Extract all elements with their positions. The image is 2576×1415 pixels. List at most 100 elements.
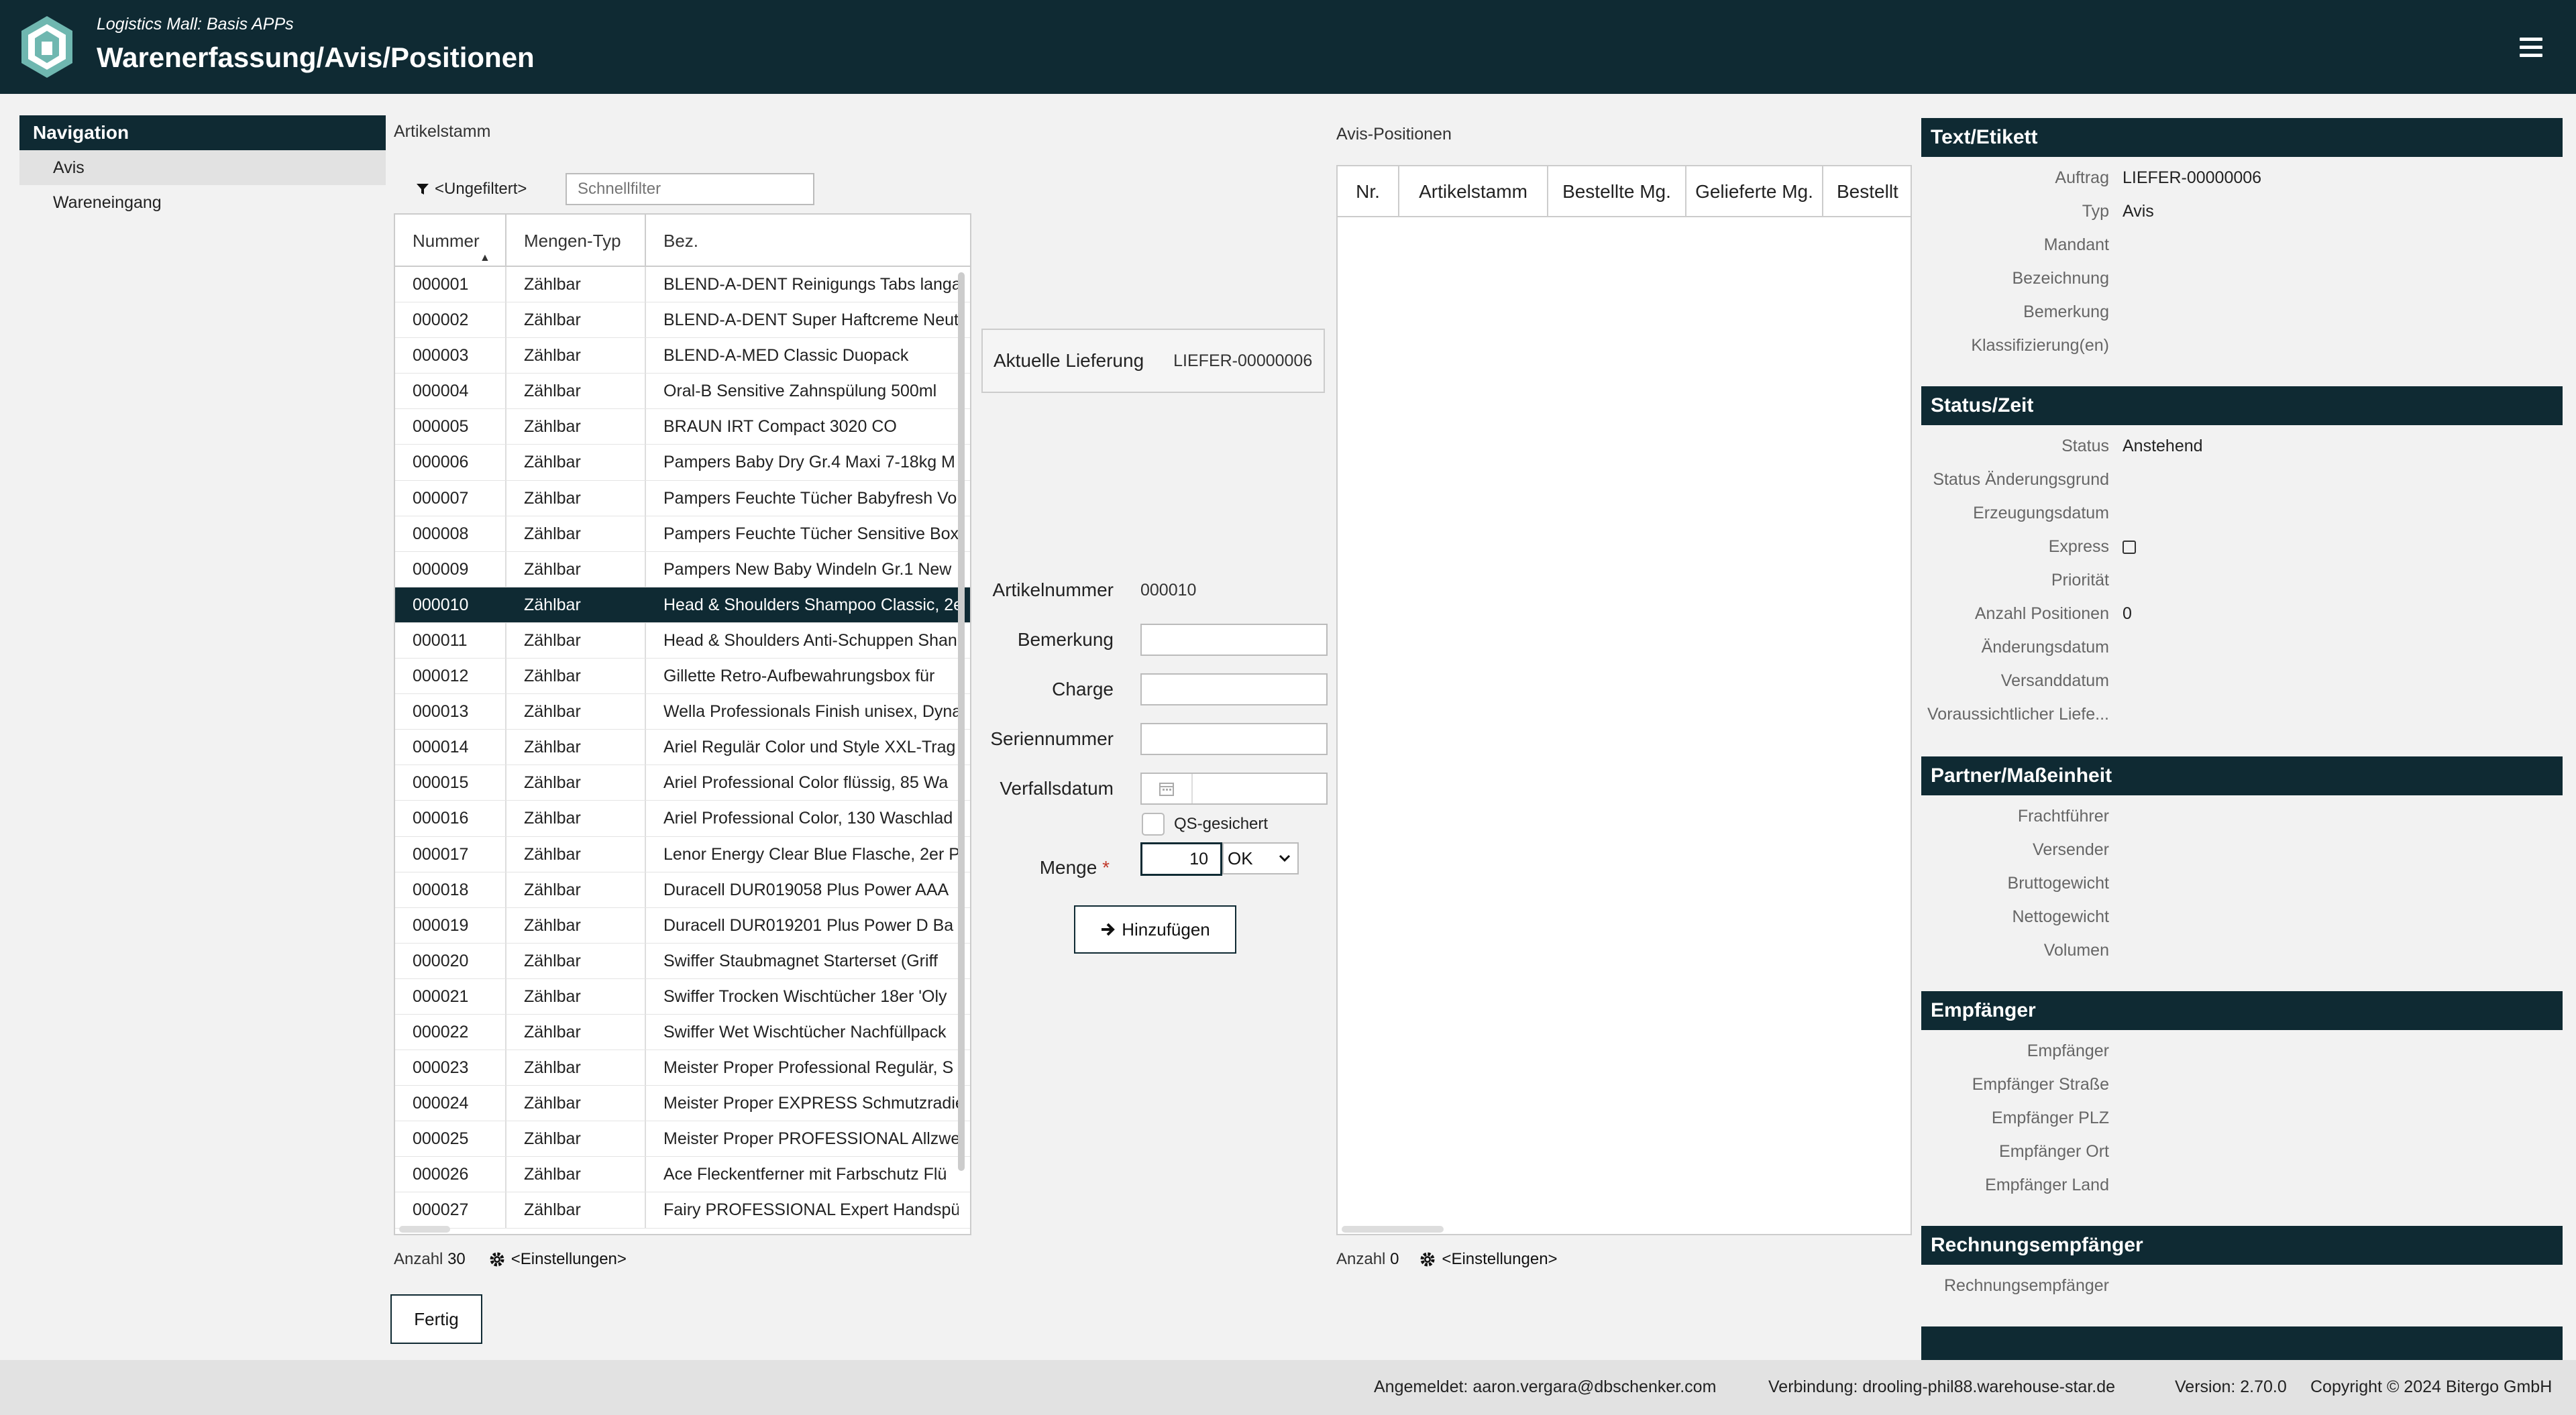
field-label: Express (2048, 537, 2109, 556)
detail-field: Empfänger PLZ (1921, 1101, 2563, 1135)
table-row[interactable]: 000017 Zählbar Lenor Energy Clear Blue Fla… (395, 836, 970, 872)
table-row[interactable]: 000016 Zählbar Ariel Professional Color, 1… (395, 801, 970, 837)
table-row[interactable]: 000023 Zählbar Meister Proper Professional… (395, 1050, 970, 1086)
section-title[interactable]: Text/Etikett (1921, 118, 2563, 157)
menge-label: Menge * (1039, 857, 1110, 878)
detail-field: Mandant (1921, 228, 2563, 262)
gear-icon[interactable] (488, 1251, 506, 1268)
table-row[interactable]: 000014 Zählbar Ariel Regulär Color und Sty… (395, 730, 970, 766)
fertig-button[interactable]: Fertig (390, 1294, 482, 1344)
column-header-nummer[interactable]: Nummer ▲ (395, 215, 506, 266)
column-header-gelieferte-mg[interactable]: Gelieferte Mg. (1686, 166, 1823, 216)
cell-mengen-typ: Zählbar (506, 480, 646, 516)
table-row[interactable]: 000020 Zählbar Swiffer Staubmagnet Starter… (395, 943, 970, 979)
cell-bez: Ariel Regulär Color und Style XXL-Trag (663, 738, 956, 757)
cell-bez: Head & Shoulders Shampoo Classic, 2e (663, 595, 959, 614)
field-label: Status Änderungsgrund (1933, 470, 2109, 489)
field-value: Anstehend (2123, 437, 2203, 455)
field-label: Priorität (2051, 571, 2109, 589)
table-row[interactable]: 000024 Zählbar Meister Proper EXPRESS Schm… (395, 1086, 970, 1122)
horizontal-scrollbar[interactable] (1342, 1226, 1444, 1233)
menge-input[interactable]: 10 (1140, 842, 1222, 876)
qs-gesichert-checkbox[interactable] (1142, 813, 1165, 836)
field-label: Status (2061, 437, 2109, 455)
table-row[interactable]: 000003 Zählbar BLEND-A-MED Classic Duopack (395, 338, 970, 374)
charge-input[interactable] (1140, 673, 1328, 705)
settings-link[interactable]: <Einstellungen> (1442, 1250, 1557, 1269)
menge-status-select[interactable]: OK (1222, 842, 1299, 874)
field-label: Voraussichtlicher Liefe... (1927, 705, 2109, 724)
artikelstamm-grid: Nummer ▲ Mengen-Typ Bez. 000001 Zählbar BLE… (394, 213, 971, 1235)
calendar-icon[interactable] (1142, 774, 1193, 803)
detail-field: Empfänger (1921, 1034, 2563, 1068)
verfallsdatum-input[interactable] (1140, 773, 1328, 805)
table-row[interactable]: 000027 Zählbar Fairy PROFESSIONAL Expert H… (395, 1192, 970, 1229)
gear-icon[interactable] (1419, 1251, 1436, 1268)
cell-bez: Swiffer Staubmagnet Starterset (Griff (663, 951, 938, 970)
express-checkbox[interactable] (2123, 541, 2136, 555)
hinzufuegen-button[interactable]: Hinzufügen (1074, 905, 1236, 954)
hamburger-menu-icon[interactable] (2520, 38, 2542, 58)
cell-mengen-typ: Zählbar (506, 338, 646, 374)
table-row[interactable]: 000018 Zählbar Duracell DUR019058 Plus Pow… (395, 872, 970, 908)
cell-mengen-typ: Zählbar (506, 730, 646, 765)
cell-nummer: 000013 (395, 694, 506, 730)
table-row[interactable]: 000004 Zählbar Oral-B Sensitive Zahnspülun… (395, 374, 970, 410)
nav-item-avis[interactable]: Avis (19, 150, 386, 185)
field-label: Empfänger Ort (1999, 1142, 2109, 1161)
table-row[interactable]: 000009 Zählbar Pampers New Baby Windeln Gr… (395, 551, 970, 587)
table-row[interactable]: 000026 Zählbar Ace Fleckentferner mit Farb… (395, 1157, 970, 1193)
settings-link[interactable]: <Einstellungen> (511, 1250, 627, 1269)
field-value: 0 (2123, 604, 2132, 623)
cell-bez: Swiffer Trocken Wischtücher 18er 'Oly (663, 986, 947, 1006)
cell-nummer: 000008 (395, 516, 506, 551)
table-row[interactable]: 000005 Zählbar BRAUN IRT Compact 3020 CO (395, 409, 970, 445)
table-row[interactable]: 000011 Zählbar Head & Shoulders Anti-Schup… (395, 622, 970, 659)
cell-mengen-typ: Zählbar (506, 445, 646, 480)
detail-section: Partner/Maßeinheit Frachtführer Versender B… (1921, 756, 2563, 967)
detail-field: Bezeichnung (1921, 262, 2563, 295)
filter-toggle[interactable]: <Ungefiltert> (416, 173, 527, 205)
horizontal-scrollbar[interactable] (399, 1226, 450, 1233)
column-header-mengen-typ[interactable]: Mengen-Typ (506, 215, 646, 266)
cell-mengen-typ: Zählbar (506, 409, 646, 445)
column-header-artikelstamm[interactable]: Artikelstamm (1399, 166, 1548, 216)
field-label: Bezeichnung (2012, 269, 2109, 288)
table-row[interactable]: 000002 Zählbar BLEND-A-DENT Super Haftcrem… (395, 302, 970, 339)
column-header-nr[interactable]: Nr. (1338, 166, 1399, 216)
cell-nummer: 000009 (395, 551, 506, 587)
section-title[interactable]: Empfänger (1921, 991, 2563, 1030)
quick-filter-input[interactable] (566, 173, 814, 205)
vertical-scrollbar[interactable] (958, 272, 965, 1171)
section-title[interactable]: Rechnungsempfänger (1921, 1226, 2563, 1265)
table-row[interactable]: 000007 Zählbar Pampers Feuchte Tücher Baby… (395, 480, 970, 516)
table-row[interactable]: 000021 Zählbar Swiffer Trocken Wischtücher… (395, 978, 970, 1015)
artikelstamm-label: Artikelstamm (394, 122, 491, 141)
bemerkung-input[interactable] (1140, 624, 1328, 656)
table-row[interactable]: 000006 Zählbar Pampers Baby Dry Gr.4 Maxi … (395, 445, 970, 481)
table-row[interactable]: 000019 Zählbar Duracell DUR019201 Plus Pow… (395, 907, 970, 944)
section-title[interactable] (1921, 1326, 2563, 1360)
bemerkung-label: Bemerkung (1017, 629, 1114, 650)
cell-bez: Duracell DUR019201 Plus Power D Ba (663, 915, 954, 935)
required-marker: * (1102, 857, 1110, 878)
column-header-bestellte-mg[interactable]: Bestellte Mg. (1548, 166, 1686, 216)
table-row[interactable]: 000010 Zählbar Head & Shoulders Shampoo Cl… (395, 587, 970, 623)
seriennummer-input[interactable] (1140, 723, 1328, 755)
detail-field: Empfänger Straße (1921, 1068, 2563, 1101)
table-row[interactable]: 000022 Zählbar Swiffer Wet Wischtücher Nac… (395, 1014, 970, 1051)
column-header-bestellt[interactable]: Bestellt (1823, 166, 1911, 216)
table-row[interactable]: 000008 Zählbar Pampers Feuchte Tücher Sens… (395, 516, 970, 552)
table-row[interactable]: 000025 Zählbar Meister Proper PROFESSIONAL… (395, 1121, 970, 1157)
cell-bez: Pampers New Baby Windeln Gr.1 New (663, 559, 952, 579)
table-row[interactable]: 000015 Zählbar Ariel Professional Color fl… (395, 765, 970, 801)
section-title[interactable]: Partner/Maßeinheit (1921, 756, 2563, 795)
cell-bez: Head & Shoulders Anti-Schuppen Shan (663, 630, 957, 650)
column-header-bez[interactable]: Bez. (646, 215, 959, 266)
section-title[interactable]: Status/Zeit (1921, 386, 2563, 425)
login-info: Angemeldet: aaron.vergara@dbschenker.com (1374, 1377, 1717, 1396)
nav-item-wareneingang[interactable]: Wareneingang (19, 185, 386, 220)
table-row[interactable]: 000012 Zählbar Gillette Retro-Aufbewahrung… (395, 659, 970, 695)
cell-mengen-typ: Zählbar (506, 302, 646, 338)
table-row[interactable]: 000013 Zählbar Wella Professionals Finish … (395, 694, 970, 730)
